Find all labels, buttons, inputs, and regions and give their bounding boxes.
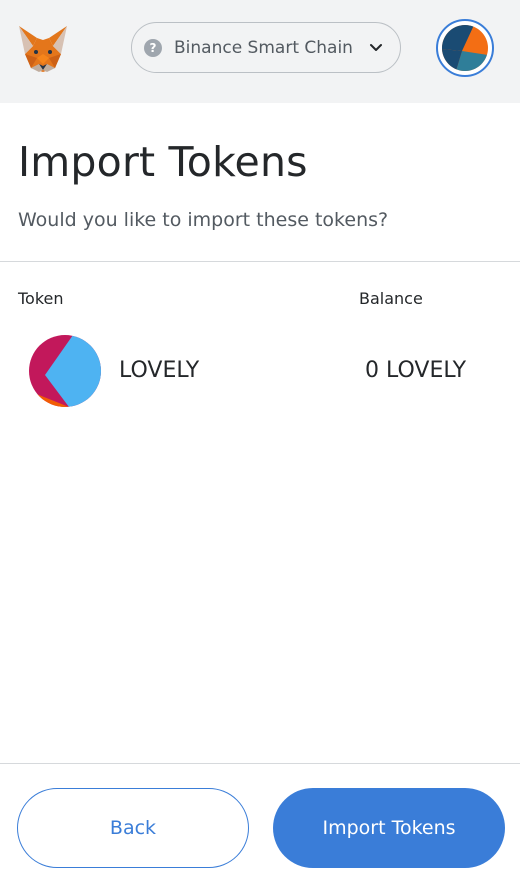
question-icon: ? [144, 38, 162, 57]
back-button[interactable]: Back [17, 788, 249, 868]
token-symbol: LOVELY [119, 358, 200, 383]
app-header: ? Binance Smart Chain [0, 0, 520, 103]
import-tokens-button[interactable]: Import Tokens [273, 788, 505, 868]
network-name: Binance Smart Chain [174, 37, 353, 58]
column-header-token: Token [18, 289, 64, 308]
token-identicon [29, 335, 101, 407]
page-title: Import Tokens [18, 138, 308, 186]
metamask-fox-icon[interactable] [17, 24, 69, 74]
account-avatar-icon [442, 25, 488, 71]
divider [0, 261, 520, 262]
account-menu-button[interactable] [436, 19, 494, 77]
chevron-down-icon [370, 44, 382, 51]
column-header-balance: Balance [359, 289, 423, 308]
token-balance: 0 LOVELY [365, 358, 467, 383]
network-selector[interactable]: ? Binance Smart Chain [131, 22, 401, 73]
page-subtitle: Would you like to import these tokens? [18, 209, 389, 231]
footer-divider [0, 763, 520, 764]
